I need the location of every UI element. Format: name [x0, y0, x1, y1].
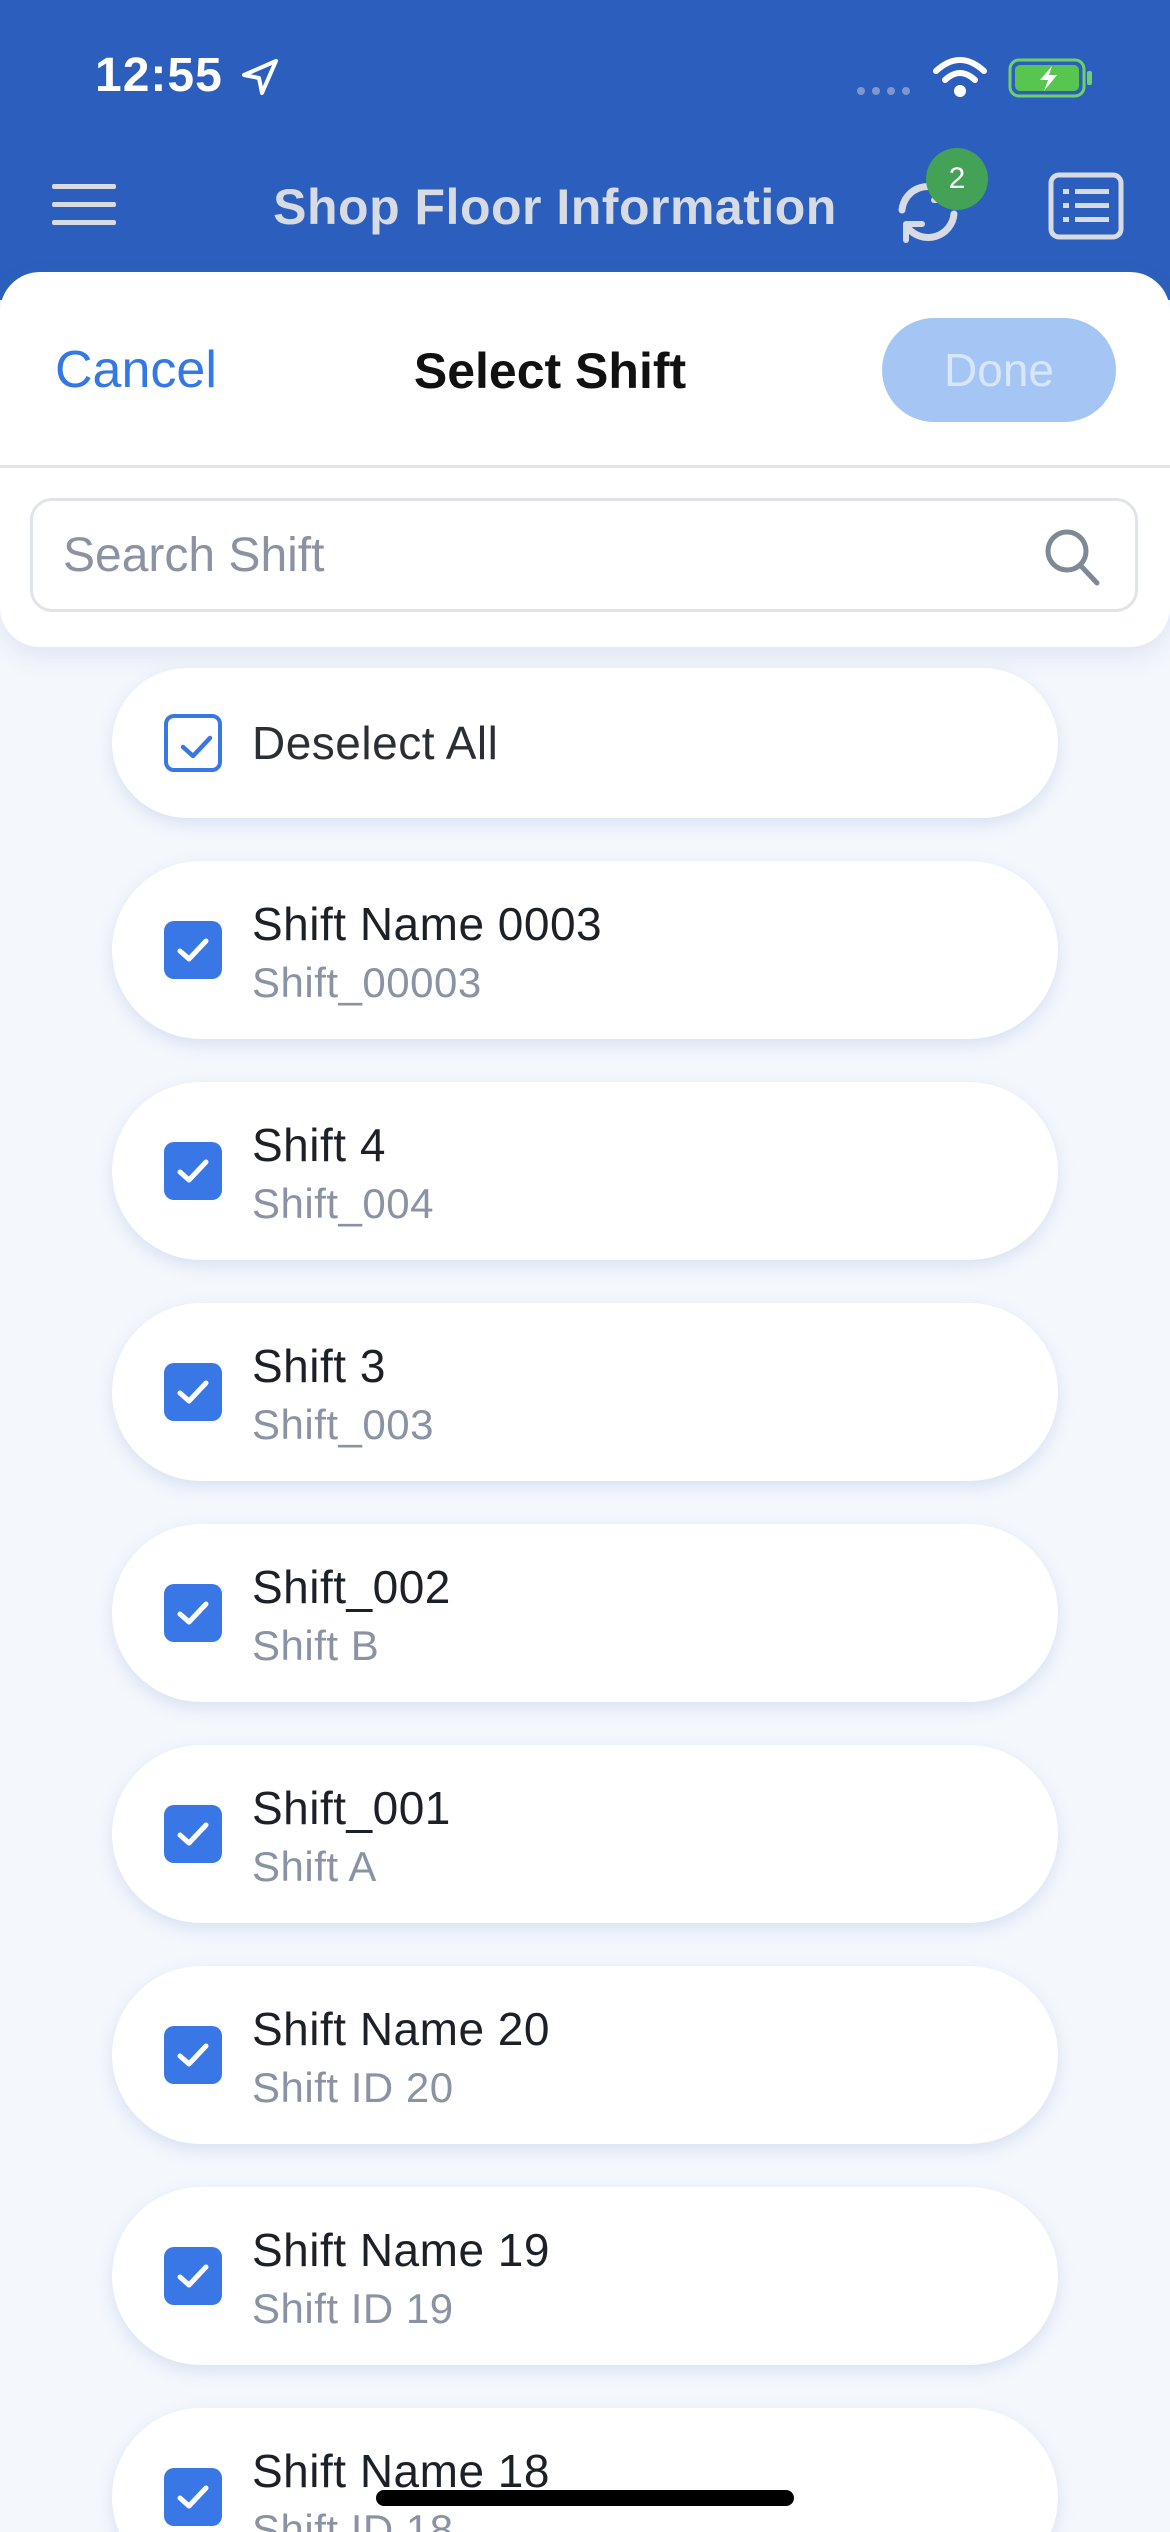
shift-id: Shift ID 19 — [252, 2285, 454, 2332]
app-header: 12:55 Shop Floor Information 2 — [0, 0, 1170, 300]
done-button[interactable]: Done — [882, 318, 1116, 422]
wifi-icon — [933, 57, 987, 97]
status-time: 12:55 — [95, 49, 223, 102]
shift-id: Shift ID 18 — [252, 2506, 454, 2532]
shift-name: Shift_002 — [252, 1561, 451, 1613]
shift-id: Shift ID 20 — [252, 2064, 454, 2111]
sync-count-badge: 2 — [926, 148, 988, 210]
deselect-all-label: Deselect All — [252, 717, 499, 769]
shift-list: Deselect All Shift Name 0003 Shift_00003… — [112, 668, 1058, 2532]
shift-list-item[interactable]: Shift_001 Shift A — [112, 1745, 1058, 1923]
checkbox-partial-icon[interactable] — [164, 714, 222, 772]
shift-name: Shift Name 20 — [252, 2003, 550, 2055]
checkbox-checked-icon[interactable] — [164, 1363, 222, 1421]
deselect-all-row[interactable]: Deselect All — [112, 668, 1058, 818]
shift-id: Shift_003 — [252, 1401, 434, 1448]
home-indicator — [376, 2490, 794, 2506]
checkbox-checked-icon[interactable] — [164, 2026, 222, 2084]
shift-name: Shift 4 — [252, 1119, 386, 1171]
checkbox-checked-icon[interactable] — [164, 2247, 222, 2305]
shift-list-item[interactable]: Shift Name 20 Shift ID 20 — [112, 1966, 1058, 2144]
shift-list-item[interactable]: Shift Name 18 Shift ID 18 — [112, 2408, 1058, 2532]
shift-id: Shift_004 — [252, 1180, 434, 1227]
location-arrow-icon — [242, 59, 278, 95]
search-field[interactable] — [30, 498, 1138, 612]
search-icon[interactable] — [1043, 527, 1101, 587]
battery-charging-icon — [1008, 58, 1092, 98]
checkbox-checked-icon[interactable] — [164, 1805, 222, 1863]
shift-name: Shift Name 0003 — [252, 898, 603, 950]
shift-list-item[interactable]: Shift Name 0003 Shift_00003 — [112, 861, 1058, 1039]
checkbox-checked-icon[interactable] — [164, 2468, 222, 2526]
checkbox-checked-icon[interactable] — [164, 1142, 222, 1200]
shift-name: Shift 3 — [252, 1340, 386, 1392]
shift-list-item[interactable]: Shift Name 19 Shift ID 19 — [112, 2187, 1058, 2365]
list-icon[interactable] — [1048, 172, 1124, 240]
search-input[interactable] — [63, 523, 1013, 587]
shift-list-item[interactable]: Shift 3 Shift_003 — [112, 1303, 1058, 1481]
cellular-signal-icon — [857, 87, 910, 95]
select-shift-sheet-header: Cancel Select Shift Done — [0, 272, 1170, 647]
shift-name: Shift Name 19 — [252, 2224, 550, 2276]
page: 12:55 Shop Floor Information 2 Cancel Se… — [0, 0, 1170, 2532]
checkbox-checked-icon[interactable] — [164, 1584, 222, 1642]
shift-id: Shift A — [252, 1843, 377, 1890]
shift-name: Shift_001 — [252, 1782, 451, 1834]
shift-list-item[interactable]: Shift_002 Shift B — [112, 1524, 1058, 1702]
shift-id: Shift_00003 — [252, 959, 482, 1006]
shift-id: Shift B — [252, 1622, 380, 1669]
divider — [0, 465, 1170, 468]
checkbox-checked-icon[interactable] — [164, 921, 222, 979]
shift-list-item[interactable]: Shift 4 Shift_004 — [112, 1082, 1058, 1260]
